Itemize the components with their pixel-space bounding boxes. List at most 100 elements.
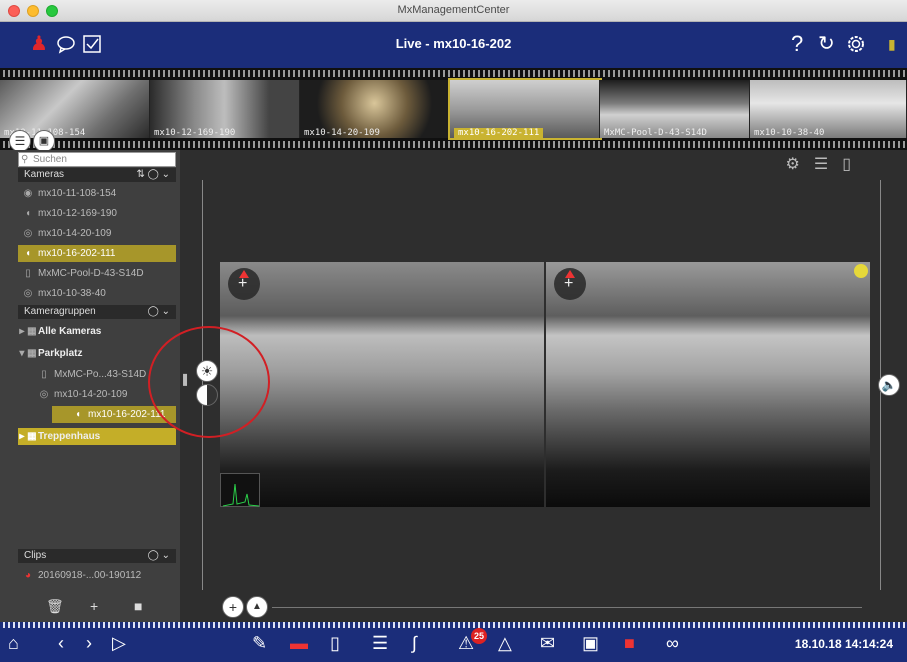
bell-icon[interactable]: △ <box>498 632 512 654</box>
clip-label: 20160918-...00-190112 <box>38 570 142 581</box>
camera-list-item[interactable]: ◖ mx10-12-169-190 <box>18 205 176 222</box>
add-view-icon[interactable]: + <box>222 596 244 618</box>
camera-hemispheric-icon: ◖ <box>74 409 82 420</box>
scene-icon[interactable]: ▲ <box>246 596 268 618</box>
clip-recording-icon: ◕ <box>24 570 32 581</box>
app-header: ♟ Live - mx10-16-202 ? ↻ ▮ <box>0 22 907 68</box>
camera-label: mx10-10-38-40 <box>38 288 106 299</box>
camera-hemispheric-icon: ◖ <box>24 208 32 219</box>
home-icon[interactable]: ⌂ <box>8 632 19 654</box>
camera-hemispheric-icon: ◖ <box>24 248 32 259</box>
thumbnail-label: MxMC-Pool-D-43-S14D <box>604 128 707 138</box>
pin-icon[interactable]: ▮ <box>888 34 896 54</box>
door-station-icon: ▯ <box>41 369 47 380</box>
microphone-icon[interactable]: ⚙ <box>786 156 814 173</box>
camera-fisheye-icon: ◎ <box>23 288 33 299</box>
camera-list-item[interactable]: ◉ mx10-11-108-154 <box>18 185 176 202</box>
camera-fisheye-icon: ◎ <box>23 228 33 239</box>
lock-icon[interactable]: ■ <box>134 598 142 614</box>
clips-tools-icons[interactable]: ◯ ⌄ <box>148 549 170 563</box>
thumbnail-selected[interactable]: mx10-16-202-111 <box>448 78 602 140</box>
camera-label: MxMC-Po...43-S14D <box>54 369 147 380</box>
ptz-control-icon[interactable] <box>228 268 260 300</box>
group-label: Parkplatz <box>38 348 83 359</box>
thumbnail[interactable]: mx10-12-169-190 <box>150 80 300 138</box>
add-icon[interactable]: + <box>90 598 98 614</box>
expand-arrow-icon: ▸ ▦ <box>19 431 37 442</box>
thermometer-icon[interactable]: ∫ <box>412 632 417 654</box>
speaker-icon[interactable]: ☰ <box>814 156 842 173</box>
thumbnail[interactable]: mx10-14-20-109 <box>300 80 450 138</box>
sidebar-footer-toolbar: 🗑 + ■ <box>18 598 176 618</box>
camera-label: mx10-14-20-109 <box>54 389 128 400</box>
alarm-count-badge: 25 <box>471 628 487 644</box>
camera-list-item[interactable]: ◎ mx10-10-38-40 <box>18 285 176 302</box>
layout-icon[interactable]: ▣ <box>33 130 55 152</box>
record-icon[interactable]: ■ <box>624 632 635 654</box>
mail-icon[interactable]: ✉ <box>540 632 555 654</box>
camera-label: mx10-14-20-109 <box>38 228 112 239</box>
thumbnail-label: mx10-14-20-109 <box>304 128 380 138</box>
thumbnail[interactable]: MxMC-Pool-D-43-S14D <box>600 80 750 138</box>
window-titlebar: MxManagementCenter <box>0 0 907 22</box>
clips-section-header[interactable]: Clips ◯ ⌄ <box>18 549 176 563</box>
snapshot-icon[interactable]: ▣ <box>582 632 599 654</box>
status-dot-icon <box>854 264 868 278</box>
cameras-header-label: Kameras <box>24 169 65 180</box>
menu-icon[interactable]: ☰ <box>9 130 31 152</box>
camera-label: mx10-16-202-111 <box>88 409 166 420</box>
clip-list-item[interactable]: ◕ 20160918-...00-190112 <box>18 567 176 584</box>
bottom-toolbar: ⌂ ‹ › ▷ ✎ ▬ ▯ ☰ ∫ ⚠ 25 △ ✉ ▣ ■ ∞ 18.10.1… <box>0 622 907 662</box>
camera-fisheye-icon: ◎ <box>39 389 49 400</box>
collapse-arrow-icon: ▾ ▦ <box>19 348 37 359</box>
group-label: Treppenhaus <box>38 431 101 442</box>
strip-perforation-top <box>0 70 907 77</box>
thumbnail-label: mx10-12-169-190 <box>154 128 236 138</box>
annotation-highlight-circle <box>148 326 270 438</box>
camera-list-item[interactable]: ◎ mx10-14-20-109 <box>18 225 176 242</box>
forward-icon[interactable]: › <box>86 632 92 654</box>
group-item-treppenhaus[interactable]: ▸ ▦Treppenhaus <box>18 428 176 445</box>
camera-dome-icon: ◉ <box>23 188 33 199</box>
groups-header-label: Kameragruppen <box>24 306 96 317</box>
camera-groups-section-header[interactable]: Kameragruppen ◯ ⌄ <box>18 305 176 319</box>
group-label: Alle Kameras <box>38 326 102 337</box>
help-icon[interactable]: ? <box>791 33 803 55</box>
strip-perforation-bottom <box>0 141 907 148</box>
ptz-control-icon[interactable] <box>554 268 586 300</box>
window-title: MxManagementCenter <box>397 4 510 16</box>
camera-label: MxMC-Pool-D-43-S14D <box>38 268 144 279</box>
marker-icon[interactable]: ▬ <box>290 632 308 654</box>
cameras-section-header[interactable]: Kameras ⇅ ◯ ⌄ <box>18 168 176 182</box>
camera-list-item[interactable]: ▯ MxMC-Pool-D-43-S14D <box>18 265 176 282</box>
settings-icon[interactable] <box>846 34 866 58</box>
date-time-display: 18.10.18 14:14:24 <box>794 637 893 651</box>
search-input[interactable]: ⚲ Suchen <box>18 152 176 167</box>
refresh-icon[interactable]: ↻ <box>818 34 835 54</box>
trash-icon[interactable]: 🗑 <box>46 598 64 615</box>
app-window: MxManagementCenter ♟ Live - mx10-16-202 … <box>0 0 907 662</box>
pen-icon[interactable]: ✎ <box>252 632 267 654</box>
door-icon[interactable]: ▯ <box>842 156 865 173</box>
thumbnail-label: mx10-16-202-111 <box>454 128 544 138</box>
thumbnail-label: mx10-10-38-40 <box>754 128 825 138</box>
audio-icon[interactable]: 🔈 <box>878 374 900 396</box>
group-item-alle-kameras[interactable]: ▸ ▦Alle Kameras <box>18 323 176 340</box>
bottom-timeline[interactable] <box>272 607 862 608</box>
view-tools: ⚙☰▯ <box>786 154 866 174</box>
expand-arrow-icon: ▸ ▦ <box>19 326 37 337</box>
sort-filter-icons[interactable]: ⇅ ◯ ⌄ <box>136 168 170 182</box>
link-icon[interactable]: ∞ <box>666 632 679 654</box>
groups-tools-icons[interactable]: ◯ ⌄ <box>148 305 170 319</box>
player-icon[interactable]: ▷ <box>112 632 126 654</box>
light-icon[interactable]: ☰ <box>372 632 388 654</box>
camera-label: mx10-12-169-190 <box>38 208 117 219</box>
camera-label: mx10-16-202-111 <box>38 248 116 259</box>
histogram-widget <box>220 473 260 507</box>
door-open-icon[interactable]: ▯ <box>330 632 340 654</box>
camera-list-item-selected[interactable]: ◖ mx10-16-202-111 <box>18 245 176 262</box>
back-icon[interactable]: ‹ <box>58 632 64 654</box>
camera-label: mx10-11-108-154 <box>38 188 117 199</box>
camera-view-right[interactable] <box>546 262 870 507</box>
thumbnail[interactable]: mx10-10-38-40 <box>750 80 907 138</box>
